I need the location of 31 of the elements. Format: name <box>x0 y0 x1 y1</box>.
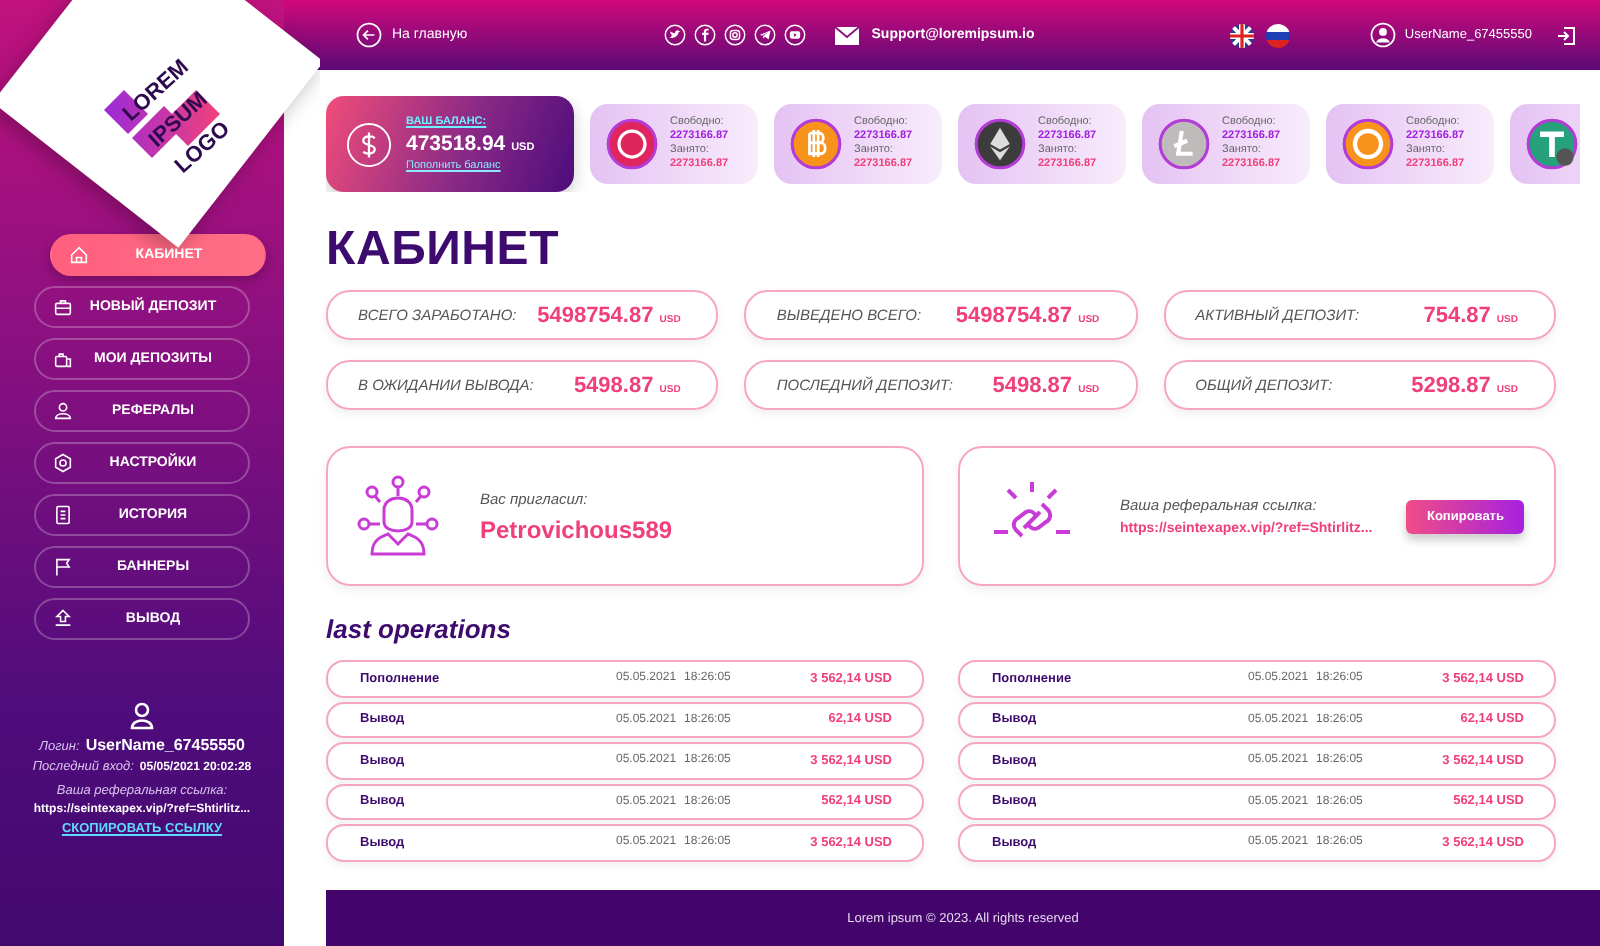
user-icon <box>1370 22 1397 48</box>
telegram-icon[interactable] <box>753 24 776 46</box>
coin-icon <box>790 118 842 170</box>
flag-icon[interactable] <box>1230 23 1255 47</box>
home-icon <box>68 244 90 266</box>
coin-icon <box>1342 118 1394 170</box>
inviter-name: Petrovichous589 <box>480 515 673 544</box>
briefcase-icon <box>52 296 74 318</box>
mail-icon <box>833 25 860 45</box>
gear-icon <box>52 452 74 474</box>
briefcases-icon <box>52 348 74 370</box>
user-icon <box>52 400 74 422</box>
twitter-icon[interactable] <box>663 24 686 46</box>
coin-icon <box>974 118 1026 170</box>
flag-icon <box>52 556 74 578</box>
page-title: КАБИНЕТ <box>326 224 560 275</box>
user-icon <box>129 702 154 730</box>
flag-icon[interactable] <box>1266 23 1291 47</box>
logout-icon[interactable] <box>1556 25 1576 45</box>
coin-icon <box>1526 118 1578 170</box>
login-value: UserName_67455550 <box>85 736 245 754</box>
coin-icon <box>1158 118 1210 170</box>
document-icon <box>52 504 74 526</box>
youtube-icon[interactable] <box>783 24 806 46</box>
dollar-icon <box>346 121 392 167</box>
upload-icon <box>52 608 74 630</box>
person-network-icon <box>356 474 440 559</box>
instagram-icon[interactable] <box>723 24 746 46</box>
coin-icon <box>606 118 658 170</box>
facebook-icon[interactable] <box>693 24 716 46</box>
section-title: last operations <box>326 614 511 645</box>
